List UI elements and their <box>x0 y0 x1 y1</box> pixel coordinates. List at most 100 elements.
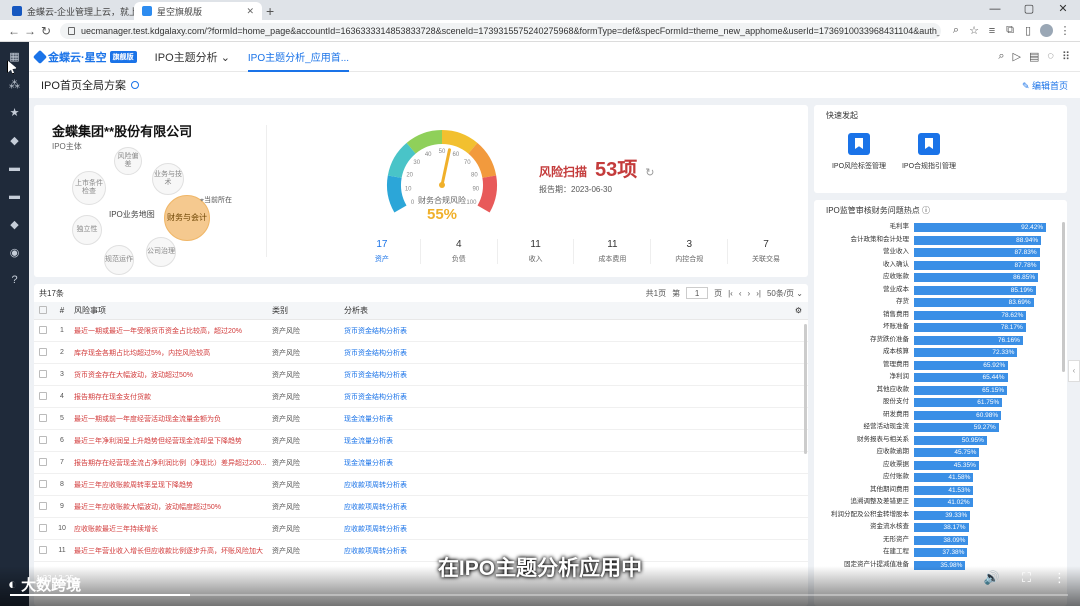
profile-avatar[interactable] <box>1040 24 1053 37</box>
hot-row-bar[interactable]: 92.42% <box>914 223 1047 232</box>
hot-row-bar[interactable]: 85.19% <box>914 285 1036 295</box>
reload-icon[interactable]: ↻ <box>38 24 54 38</box>
hot-row-bar[interactable]: 45.35% <box>914 460 979 470</box>
hot-row-bar[interactable]: 61.75% <box>914 398 1003 407</box>
row-analysis-link[interactable]: 现金流量分析表 <box>342 414 542 424</box>
row-risk-item[interactable]: 报告期存在现金支付货款 <box>72 392 268 402</box>
row-checkbox[interactable] <box>39 501 47 510</box>
select-all-checkbox[interactable] <box>39 305 47 314</box>
row-checkbox[interactable] <box>39 369 47 378</box>
row-analysis-link[interactable]: 货币资金结构分析表 <box>342 370 542 380</box>
row-analysis-link[interactable]: 货币资金结构分析表 <box>342 326 542 336</box>
page-size-select[interactable]: 50条/页 ⌄ <box>767 288 803 299</box>
row-checkbox[interactable] <box>39 325 47 334</box>
row-select-cell[interactable] <box>34 347 52 358</box>
hot-row-bar[interactable]: 39.33% <box>914 510 971 520</box>
row-analysis-link[interactable]: 货币资金结构分析表 <box>342 348 542 358</box>
url-field[interactable]: uecmanager.test.kdgalaxy.com/?formId=hom… <box>60 22 941 39</box>
apps-grid-icon[interactable]: ▦ <box>0 42 29 70</box>
column-settings-icon[interactable]: ⚙ <box>795 306 802 315</box>
row-checkbox[interactable] <box>39 457 47 466</box>
last-page-icon[interactable]: ›| <box>756 289 761 298</box>
zoom-icon[interactable]: ⌕ <box>947 24 965 37</box>
row-checkbox[interactable] <box>39 347 47 356</box>
row-select-cell[interactable] <box>34 369 52 380</box>
row-risk-item[interactable]: 报告期存在经营现金流占净利润比例（净现比）差异超过200... <box>72 458 268 468</box>
stat-cost[interactable]: 11 成本费用 <box>573 239 650 264</box>
sidepanel-icon[interactable]: ▯ <box>1019 24 1037 37</box>
bubble-independence[interactable]: 独立性 <box>72 215 102 245</box>
edit-home-link[interactable]: ✎ 编辑首页 <box>1022 79 1068 92</box>
bubble-compliance[interactable]: 规范运作 <box>104 245 134 275</box>
hot-row-bar[interactable]: 41.02% <box>914 498 973 507</box>
hot-row-bar[interactable]: 72.33% <box>914 348 1018 357</box>
row-select-cell[interactable] <box>34 435 52 446</box>
row-checkbox[interactable] <box>39 523 47 532</box>
browser-menu-icon[interactable]: ⋮ <box>1056 24 1074 37</box>
hot-row-bar[interactable]: 65.92% <box>914 360 1009 370</box>
fullscreen-icon[interactable]: ⛶ <box>1022 570 1031 586</box>
table-row[interactable]: 5 最近一期或前一年度经营活动现金流量金额为负 资产风险 现金流量分析表 <box>34 408 808 430</box>
row-risk-item[interactable]: 最近一期或最近一年受限货币资金占比较高，超过20% <box>72 326 268 336</box>
box-icon[interactable]: ◆ <box>0 210 29 238</box>
row-risk-item[interactable]: 最近三年净利润呈上升趋势但经营现金流却呈下降趋势 <box>72 436 268 446</box>
settings-icon[interactable]: ◉ <box>0 238 29 266</box>
app-logo[interactable]: 金蝶云·星空 旗舰版 <box>32 49 137 65</box>
row-risk-item[interactable]: 最近一期或前一年度经营活动现金流量金额为负 <box>72 414 268 424</box>
document-icon[interactable]: ▤ <box>1029 50 1039 63</box>
row-select-cell[interactable] <box>34 325 52 336</box>
hot-row-bar[interactable]: 78.17% <box>914 323 1026 332</box>
maximize-icon[interactable]: ▢ <box>1012 0 1046 20</box>
row-analysis-link[interactable]: 现金流量分析表 <box>342 458 542 468</box>
more-options-icon[interactable]: ⋮ <box>1053 570 1066 586</box>
hot-scrollbar[interactable] <box>1062 222 1065 372</box>
switch-scheme-icon[interactable] <box>130 81 139 89</box>
app-menu-dropdown[interactable]: IPO主题分析 ⌄ <box>155 49 230 65</box>
quick-compliance-button[interactable]: IPO合规指引管理 <box>884 133 974 171</box>
table-row[interactable]: 6 最近三年净利润呈上升趋势但经营现金流却呈下降趋势 资产风险 现金流量分析表 <box>34 430 808 452</box>
table-row[interactable]: 10 应收账款最近三年持续增长 资产风险 应收款项周转分析表 <box>34 518 808 540</box>
row-risk-item[interactable]: 最近三年应收账款大幅波动，波动幅度超过50% <box>72 502 268 512</box>
org-icon[interactable]: ⁂ <box>0 70 29 98</box>
row-checkbox[interactable] <box>39 413 47 422</box>
bookmark-star-icon[interactable]: ☆ <box>965 24 983 37</box>
stat-liabilities[interactable]: 4 负债 <box>419 239 497 264</box>
reading-list-icon[interactable]: ≡ <box>983 25 1001 37</box>
info-icon[interactable]: ⓘ <box>922 206 930 215</box>
cube-icon[interactable]: ◆ <box>0 126 29 154</box>
row-analysis-link[interactable]: 应收款项周转分析表 <box>342 524 542 534</box>
extensions-icon[interactable]: ⧉ <box>1001 24 1019 37</box>
hot-row-bar[interactable]: 38.17% <box>914 523 969 532</box>
row-checkbox[interactable] <box>39 391 47 400</box>
table-row[interactable]: 8 最近三年应收账款周转率呈现下降趋势 资产风险 应收款项周转分析表 <box>34 474 808 496</box>
prev-page-icon[interactable]: ‹ <box>739 289 742 298</box>
hot-row-bar[interactable]: 65.15% <box>914 385 1008 395</box>
stat-internal-control[interactable]: 3 内控合规 <box>650 239 727 264</box>
hot-row-bar[interactable]: 65.44% <box>914 373 1008 382</box>
more-apps-icon[interactable]: ⠿ <box>1062 50 1070 63</box>
video-icon[interactable]: ▷ <box>1013 50 1021 63</box>
browser-tab-2[interactable]: 星空旗舰版 ✕ <box>134 2 262 20</box>
minimize-icon[interactable]: — <box>978 0 1012 20</box>
row-select-cell[interactable] <box>34 501 52 512</box>
hot-row-bar[interactable]: 76.16% <box>914 335 1023 345</box>
help-icon[interactable]: ? <box>0 266 29 294</box>
row-select-cell[interactable] <box>34 391 52 402</box>
hot-row-bar[interactable]: 87.83% <box>914 248 1040 257</box>
bubble-listing[interactable]: 上市条件检查 <box>72 171 106 205</box>
hot-row-bar[interactable]: 41.53% <box>914 485 974 495</box>
hot-row-bar[interactable]: 83.69% <box>914 298 1034 307</box>
row-select-cell[interactable] <box>34 413 52 424</box>
bubble-governance[interactable]: 公司治理 <box>146 237 176 267</box>
bubble-business[interactable]: 业务与技术 <box>152 163 184 195</box>
row-risk-item[interactable]: 最近三年应收账款周转率呈现下降趋势 <box>72 480 268 490</box>
row-checkbox[interactable] <box>39 479 47 488</box>
first-page-icon[interactable]: |‹ <box>728 289 733 298</box>
hot-row-bar[interactable]: 86.85% <box>914 273 1039 282</box>
new-tab-button[interactable]: + <box>266 2 274 20</box>
row-analysis-link[interactable]: 应收款项周转分析表 <box>342 502 542 512</box>
row-analysis-link[interactable]: 应收款项周转分析表 <box>342 480 542 490</box>
volume-icon[interactable]: 🔊 <box>984 570 1000 586</box>
hot-row-bar[interactable]: 78.62% <box>914 310 1027 320</box>
stat-related-party[interactable]: 7 关联交易 <box>727 239 804 264</box>
